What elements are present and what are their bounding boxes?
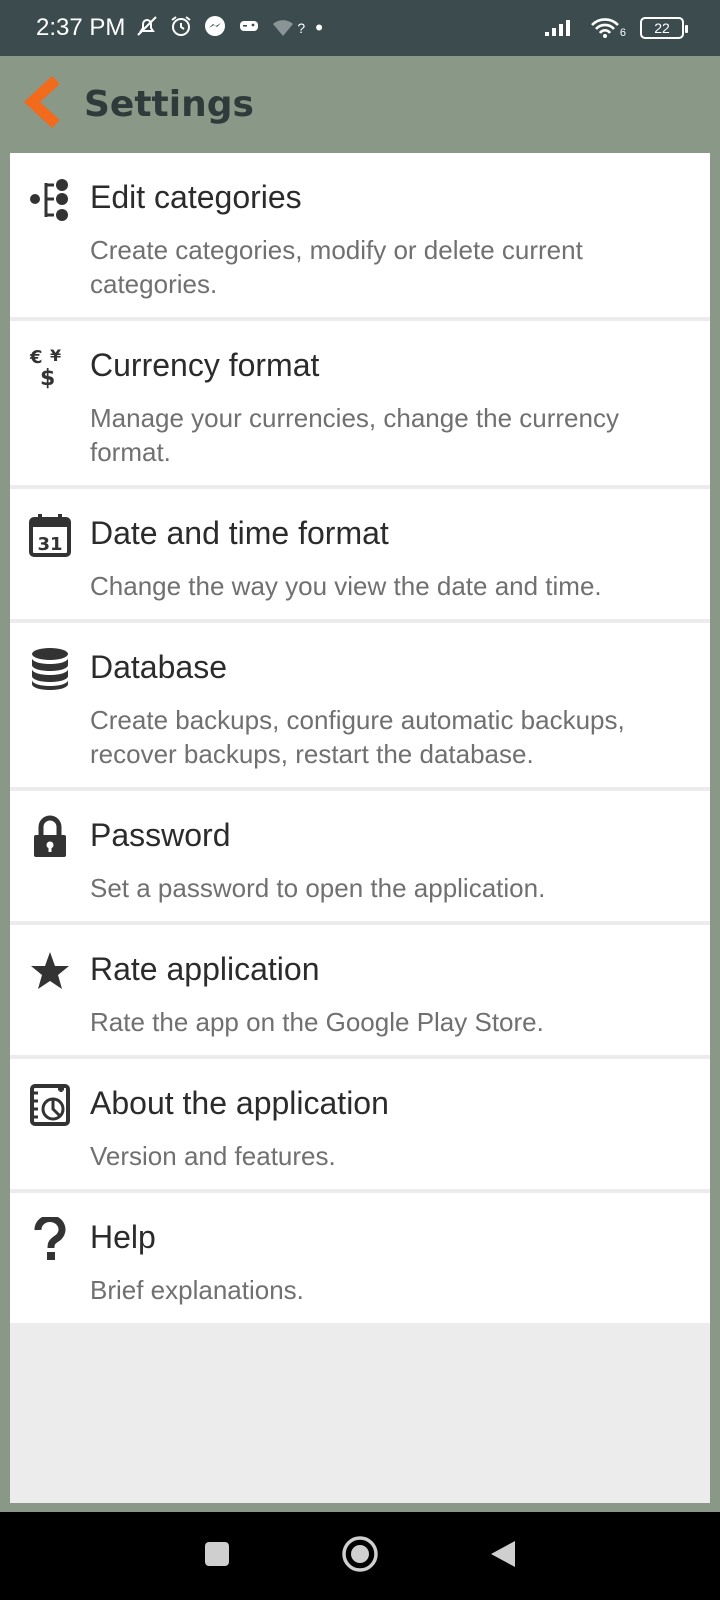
bell-off-icon (135, 14, 159, 42)
calendar-icon: 31 (28, 513, 72, 557)
network-unknown-label: ? (297, 20, 306, 36)
item-title: Database (90, 649, 227, 685)
messenger-icon (203, 14, 227, 42)
svg-text:€: € (29, 347, 43, 368)
about-chart-icon (28, 1083, 72, 1127)
settings-item-database[interactable]: Database Create backups, configure autom… (10, 623, 710, 791)
item-description: Manage your currencies, change the curre… (90, 403, 619, 467)
settings-item-currency-format[interactable]: € ¥ $ Currency format Manage your curren… (10, 321, 710, 489)
notification-dot: • (315, 15, 323, 40)
settings-list: Edit categories Create categories, modif… (10, 153, 710, 1503)
wifi-sub-label: 6 (619, 27, 626, 39)
question-icon (28, 1217, 72, 1261)
battery-level: 22 (654, 20, 670, 36)
lock-icon (28, 815, 72, 859)
item-description: Create backups, configure automatic back… (90, 705, 625, 769)
settings-item-rate-application[interactable]: Rate application Rate the app on the Goo… (10, 925, 710, 1059)
item-description: Set a password to open the application. (90, 873, 546, 903)
status-time: 2:37 PM (36, 14, 126, 41)
game-controller-icon (237, 14, 261, 42)
item-description: Change the way you view the date and tim… (90, 571, 602, 601)
recents-icon[interactable] (203, 1540, 231, 1573)
settings-item-password[interactable]: Password Set a password to open the appl… (10, 791, 710, 925)
settings-item-about-application[interactable]: About the application Version and featur… (10, 1059, 710, 1193)
svg-text:$: $ (40, 366, 55, 389)
item-description: Create categories, modify or delete curr… (90, 235, 583, 299)
item-title: Rate application (90, 951, 320, 987)
calendar-day: 31 (37, 534, 62, 555)
database-icon (28, 647, 72, 691)
alarm-icon (169, 14, 193, 42)
system-nav-bar (0, 1512, 720, 1600)
chevron-left-icon (20, 75, 64, 133)
svg-text:¥: ¥ (50, 346, 61, 365)
item-title: Currency format (90, 347, 320, 383)
categories-tree-icon (28, 177, 72, 221)
item-title: Edit categories (90, 179, 302, 215)
back-button[interactable] (0, 56, 84, 153)
settings-item-help[interactable]: Help Brief explanations. (10, 1193, 710, 1323)
item-title: Date and time format (90, 515, 389, 551)
page-title: Settings (84, 84, 254, 125)
currency-icon: € ¥ $ (28, 345, 72, 389)
app-bar: Settings (0, 56, 720, 153)
star-icon (28, 949, 72, 993)
back-triangle-icon[interactable] (489, 1539, 517, 1574)
status-left: 2:37 PM ? • (36, 14, 323, 42)
status-right: 6 22 (544, 15, 688, 42)
item-title: Password (90, 817, 231, 853)
item-description: Brief explanations. (90, 1275, 304, 1305)
item-title: About the application (90, 1085, 389, 1121)
settings-item-edit-categories[interactable]: Edit categories Create categories, modif… (10, 153, 710, 321)
home-icon[interactable] (341, 1535, 379, 1578)
item-description: Version and features. (90, 1141, 336, 1171)
settings-item-date-time-format[interactable]: 31 Date and time format Change the way y… (10, 489, 710, 623)
item-title: Help (90, 1219, 156, 1255)
status-bar: 2:37 PM ? • 6 22 (0, 0, 720, 56)
wifi-icon: 6 (590, 17, 626, 39)
signal-icon (544, 15, 576, 42)
battery-icon: 22 (640, 17, 688, 39)
item-description: Rate the app on the Google Play Store. (90, 1007, 544, 1037)
wifi-unknown-icon: ? (271, 18, 305, 38)
